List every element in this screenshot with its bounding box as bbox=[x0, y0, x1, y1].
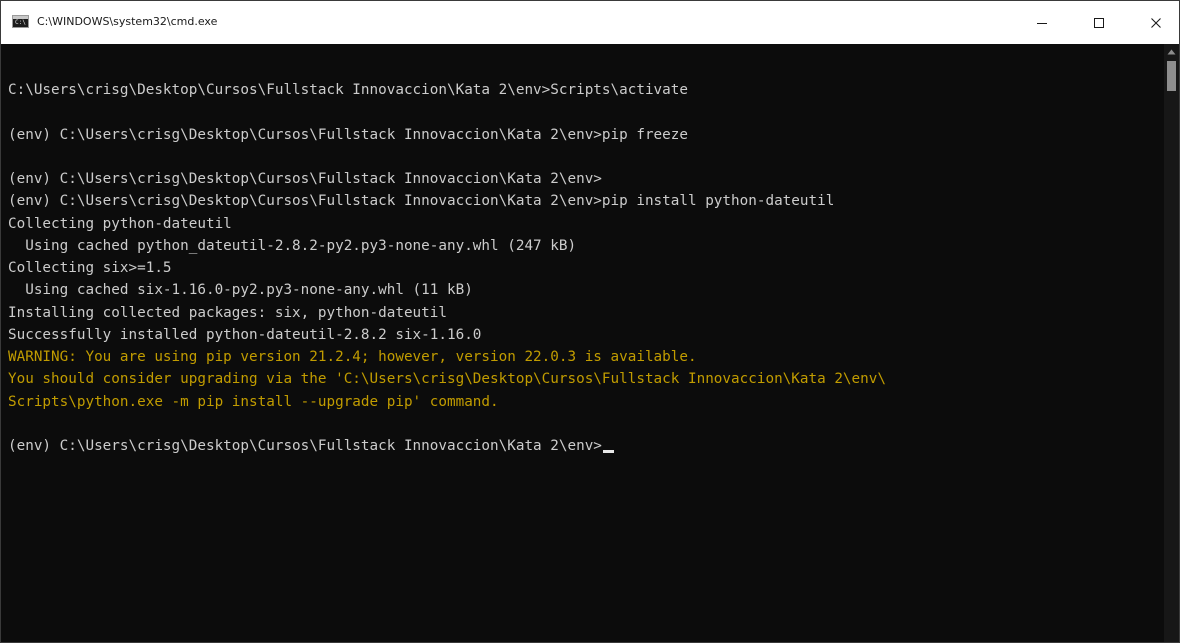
console-line: Using cached python_dateutil-2.8.2-py2.p… bbox=[8, 235, 886, 257]
cmd-window: C:\ C:\WINDOWS\system32\cmd.exe C:\Users… bbox=[0, 0, 1180, 643]
close-icon bbox=[1151, 17, 1161, 28]
scroll-thumb[interactable] bbox=[1167, 61, 1176, 91]
console-line: Collecting six>=1.5 bbox=[8, 257, 886, 279]
console-line: (env) C:\Users\crisg\Desktop\Cursos\Full… bbox=[8, 168, 886, 190]
console-warning-line: WARNING: You are using pip version 21.2.… bbox=[8, 346, 886, 368]
console-line: (env) C:\Users\crisg\Desktop\Cursos\Full… bbox=[8, 435, 886, 457]
console-line-text: (env) C:\Users\crisg\Desktop\Cursos\Full… bbox=[8, 126, 688, 143]
console-line-text: Collecting six>=1.5 bbox=[8, 260, 172, 276]
console-line: C:\Users\crisg\Desktop\Cursos\Fullstack … bbox=[8, 79, 886, 101]
console-line-text: (env) C:\Users\crisg\Desktop\Cursos\Full… bbox=[8, 438, 602, 454]
console-line: Installing collected packages: six, pyth… bbox=[8, 302, 886, 324]
close-button[interactable] bbox=[1133, 1, 1179, 44]
console-line-text: You should consider upgrading via the 'C… bbox=[8, 371, 886, 388]
console-warning-line: You should consider upgrading via the 'C… bbox=[8, 368, 886, 390]
console-line: (env) C:\Users\crisg\Desktop\Cursos\Full… bbox=[8, 190, 886, 212]
console-line-text: Successfully installed python-dateutil-2… bbox=[8, 326, 482, 343]
console-line-text: Using cached six-1.16.0-py2.py3-none-any… bbox=[8, 282, 473, 299]
console-warning-line: Scripts\python.exe -m pip install --upgr… bbox=[8, 391, 886, 413]
console-line-text: WARNING: You are using pip version 21.2.… bbox=[8, 349, 697, 365]
text-cursor bbox=[602, 450, 614, 453]
console-output[interactable]: C:\Users\crisg\Desktop\Cursos\Fullstack … bbox=[1, 44, 1164, 642]
window-title: C:\WINDOWS\system32\cmd.exe bbox=[37, 15, 218, 28]
console-line-text: (env) C:\Users\crisg\Desktop\Cursos\Full… bbox=[8, 193, 835, 210]
scroll-up-arrow-icon bbox=[1167, 49, 1176, 54]
console-line: (env) C:\Users\crisg\Desktop\Cursos\Full… bbox=[8, 124, 886, 146]
minimize-icon bbox=[1037, 22, 1047, 24]
maximize-icon bbox=[1094, 17, 1104, 28]
console-line: Collecting python-dateutil bbox=[8, 213, 886, 235]
console-line-text: C:\Users\crisg\Desktop\Cursos\Fullstack … bbox=[8, 82, 688, 98]
console-lines: C:\Users\crisg\Desktop\Cursos\Fullstack … bbox=[8, 79, 886, 457]
console-line-text: Using cached python_dateutil-2.8.2-py2.p… bbox=[8, 237, 577, 254]
scroll-up-button[interactable] bbox=[1164, 44, 1179, 59]
console-line: Using cached six-1.16.0-py2.py3-none-any… bbox=[8, 279, 886, 301]
console-line-text: Scripts\python.exe -m pip install --upgr… bbox=[8, 393, 499, 410]
console-line-text: Installing collected packages: six, pyth… bbox=[8, 304, 447, 321]
console-line-text: (env) C:\Users\crisg\Desktop\Cursos\Full… bbox=[8, 171, 602, 187]
console-line-text: Collecting python-dateutil bbox=[8, 215, 232, 232]
title-bar[interactable]: C:\ C:\WINDOWS\system32\cmd.exe bbox=[1, 1, 1179, 44]
minimize-button[interactable] bbox=[1019, 1, 1065, 44]
maximize-button[interactable] bbox=[1076, 1, 1122, 44]
cmd-icon[interactable]: C:\ bbox=[12, 15, 29, 28]
vertical-scrollbar[interactable] bbox=[1164, 44, 1179, 642]
console-line: Successfully installed python-dateutil-2… bbox=[8, 324, 886, 346]
